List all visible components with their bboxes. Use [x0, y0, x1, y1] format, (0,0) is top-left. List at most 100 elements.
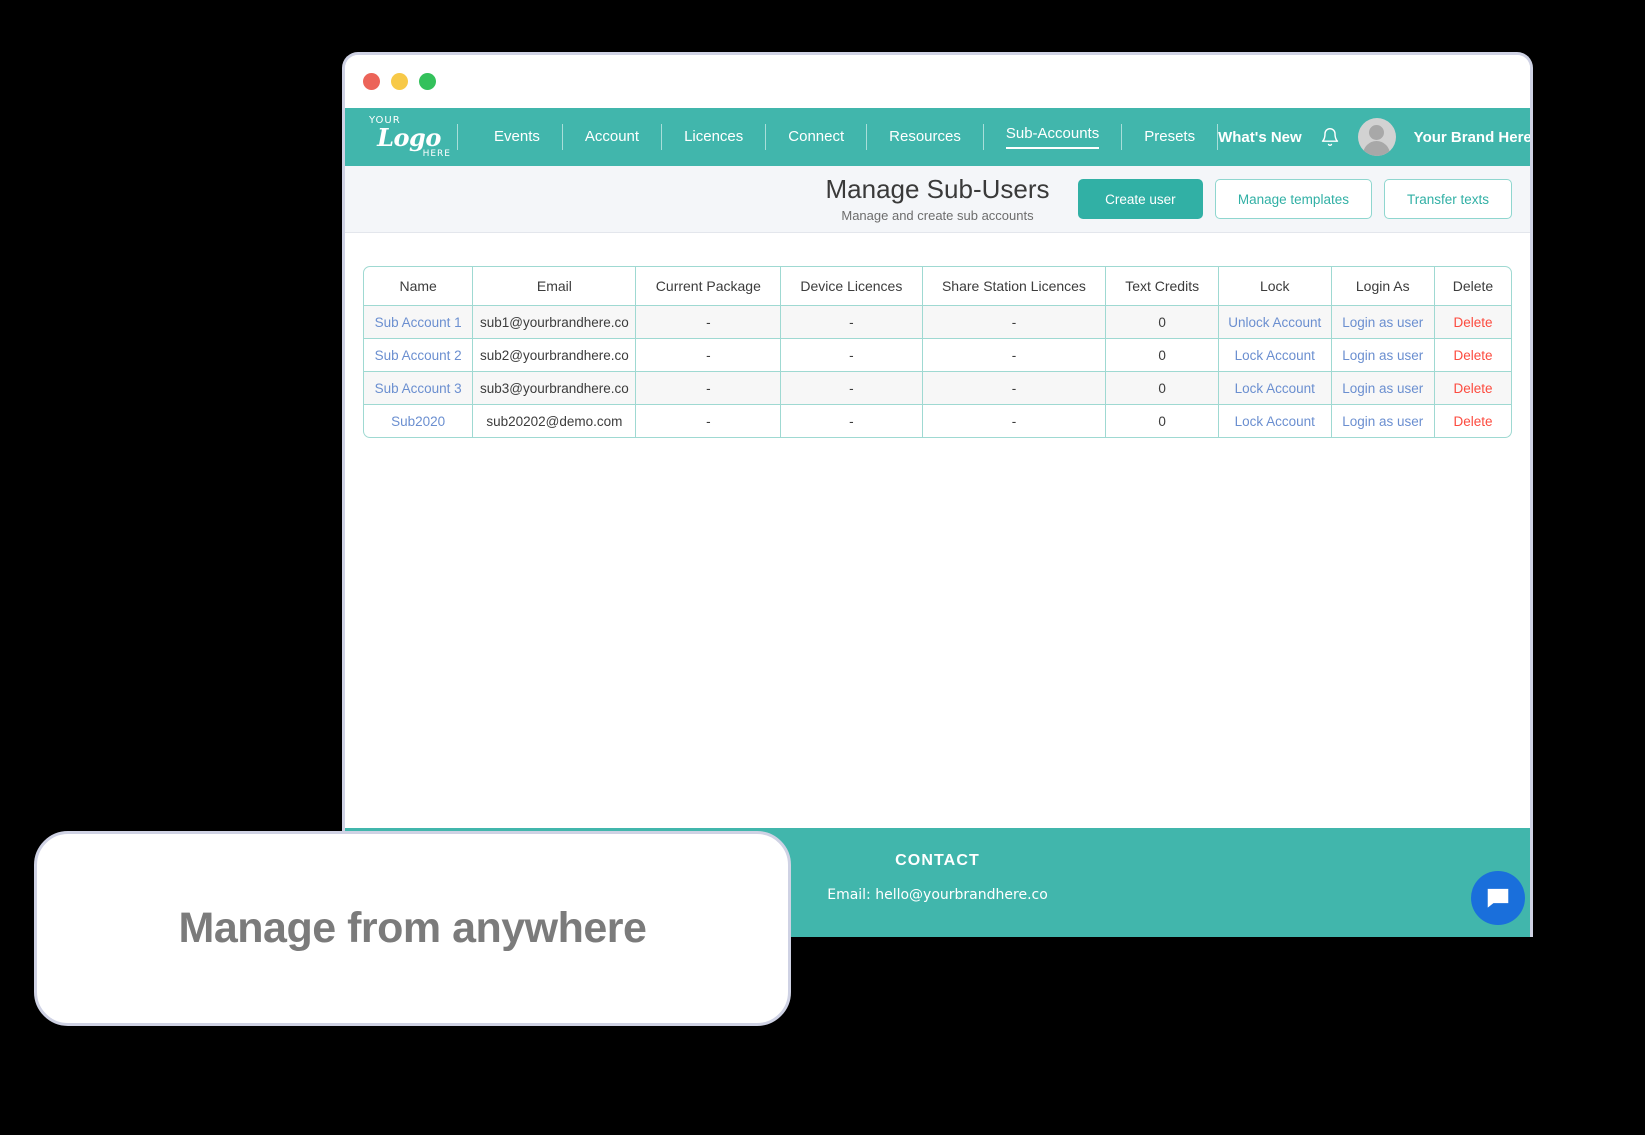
table-row: Sub2020 sub20202@demo.com - - - 0 Lock A… [363, 405, 1512, 438]
cell-device-licences: - [781, 405, 923, 438]
nav-item-account[interactable]: Account [563, 108, 661, 166]
table-body: Sub Account 1 sub1@yourbrandhere.co - - … [363, 306, 1512, 438]
delete-link[interactable]: Delete [1453, 414, 1492, 429]
create-user-button[interactable]: Create user [1077, 179, 1203, 219]
nav-item-presets[interactable]: Presets [1122, 108, 1217, 166]
cell-name: Sub Account 1 [363, 306, 474, 339]
lock-account-link[interactable]: Lock Account [1235, 414, 1315, 429]
cell-text-credits: 0 [1106, 405, 1219, 438]
sub-user-name-link[interactable]: Sub Account 3 [375, 381, 462, 396]
nav-item-presets-label: Presets [1144, 127, 1196, 145]
nav-item-sub-accounts-label: Sub-Accounts [1005, 125, 1100, 149]
nav-item-connect-label: Connect [788, 127, 845, 145]
column-header-current-package: Current Package [636, 266, 782, 306]
cell-device-licences: - [781, 339, 923, 372]
delete-link[interactable]: Delete [1453, 315, 1492, 330]
nav-item-sub-accounts[interactable]: Sub-Accounts [984, 108, 1121, 166]
sub-user-name-link[interactable]: Sub2020 [391, 414, 445, 429]
table-head: Name Email Current Package Device Licenc… [363, 266, 1512, 306]
cell-name: Sub2020 [363, 405, 474, 438]
logo-line-2: Logo [377, 122, 441, 152]
transfer-texts-button[interactable]: Transfer texts [1383, 179, 1512, 219]
nav-item-connect[interactable]: Connect [766, 108, 866, 166]
table-row: Sub Account 1 sub1@yourbrandhere.co - - … [363, 306, 1512, 339]
sub-user-name-link[interactable]: Sub Account 1 [375, 315, 462, 330]
close-window-button[interactable] [363, 73, 380, 90]
minimize-window-button[interactable] [391, 73, 408, 90]
cell-email: sub20202@demo.com [473, 405, 637, 438]
manage-templates-button[interactable]: Manage templates [1214, 179, 1372, 219]
login-as-user-link[interactable]: Login as user [1342, 348, 1423, 363]
page-header: Manage Sub-Users Manage and create sub a… [345, 166, 1530, 233]
screenshot-stage: YOUR Logo HERE Events Account Licences C… [0, 0, 1645, 1135]
whats-new-link[interactable]: What's New [1218, 129, 1302, 146]
table-row: Sub Account 3 sub3@yourbrandhere.co - - … [363, 372, 1512, 405]
header-actions: Create user Manage templates Transfer te… [1077, 179, 1512, 219]
column-header-name: Name [363, 266, 474, 306]
cell-delete: Delete [1434, 405, 1512, 438]
column-header-delete: Delete [1434, 266, 1512, 306]
chat-launcher-button[interactable] [1471, 871, 1525, 925]
cell-device-licences: - [781, 306, 923, 339]
logo-line-3: HERE [422, 148, 451, 159]
cell-login-as: Login as user [1331, 339, 1435, 372]
login-as-user-link[interactable]: Login as user [1342, 315, 1423, 330]
nav-item-licences[interactable]: Licences [662, 108, 765, 166]
brand-logo[interactable]: YOUR Logo HERE [361, 115, 457, 159]
cell-lock: Unlock Account [1218, 306, 1332, 339]
cell-share-station-licences: - [922, 339, 1107, 372]
bell-icon[interactable] [1320, 126, 1340, 148]
column-header-login-as: Login As [1331, 266, 1435, 306]
maximize-window-button[interactable] [419, 73, 436, 90]
table-header-row: Name Email Current Package Device Licenc… [363, 266, 1512, 306]
delete-link[interactable]: Delete [1453, 348, 1492, 363]
avatar-head [1369, 125, 1385, 140]
nav-item-events[interactable]: Events [472, 108, 562, 166]
cell-login-as: Login as user [1331, 405, 1435, 438]
cell-text-credits: 0 [1106, 306, 1219, 339]
sub-users-table: Name Email Current Package Device Licenc… [363, 266, 1512, 438]
delete-link[interactable]: Delete [1453, 381, 1492, 396]
cell-email: sub3@yourbrandhere.co [473, 372, 637, 405]
cell-current-package: - [636, 372, 782, 405]
nav-item-resources-label: Resources [889, 127, 961, 145]
cell-login-as: Login as user [1331, 372, 1435, 405]
column-header-text-credits: Text Credits [1106, 266, 1219, 306]
callout-text: Manage from anywhere [178, 904, 647, 952]
cell-text-credits: 0 [1106, 372, 1219, 405]
avatar[interactable] [1357, 118, 1396, 156]
nav-item-resources[interactable]: Resources [867, 108, 983, 166]
cell-name: Sub Account 3 [363, 372, 474, 405]
cell-current-package: - [636, 306, 782, 339]
avatar-body [1363, 141, 1391, 156]
cell-delete: Delete [1434, 339, 1512, 372]
login-as-user-link[interactable]: Login as user [1342, 414, 1423, 429]
lock-account-link[interactable]: Unlock Account [1228, 315, 1321, 330]
cell-lock: Lock Account [1218, 372, 1332, 405]
cell-lock: Lock Account [1218, 339, 1332, 372]
column-header-share-station-licences: Share Station Licences [922, 266, 1107, 306]
sub-user-name-link[interactable]: Sub Account 2 [375, 348, 462, 363]
window-titlebar [345, 55, 1530, 108]
cell-text-credits: 0 [1106, 339, 1219, 372]
nav-right-group: What's New Your Brand Here [1218, 118, 1530, 156]
lock-account-link[interactable]: Lock Account [1235, 381, 1315, 396]
cell-lock: Lock Account [1218, 405, 1332, 438]
chat-bubble-icon [1487, 888, 1509, 908]
login-as-user-link[interactable]: Login as user [1342, 381, 1423, 396]
cell-share-station-licences: - [922, 306, 1107, 339]
lock-account-link[interactable]: Lock Account [1235, 348, 1315, 363]
browser-window: YOUR Logo HERE Events Account Licences C… [342, 52, 1533, 937]
nav-item-account-label: Account [584, 127, 640, 145]
nav-divider [457, 124, 458, 150]
cell-share-station-licences: - [922, 405, 1107, 438]
cell-delete: Delete [1434, 306, 1512, 339]
callout-card: Manage from anywhere [34, 831, 791, 1026]
table-row: Sub Account 2 sub2@yourbrandhere.co - - … [363, 339, 1512, 372]
cell-share-station-licences: - [922, 372, 1107, 405]
account-brand-name[interactable]: Your Brand Here [1414, 129, 1530, 146]
cell-device-licences: - [781, 372, 923, 405]
cell-delete: Delete [1434, 372, 1512, 405]
cell-email: sub1@yourbrandhere.co [473, 306, 637, 339]
column-header-device-licences: Device Licences [781, 266, 923, 306]
